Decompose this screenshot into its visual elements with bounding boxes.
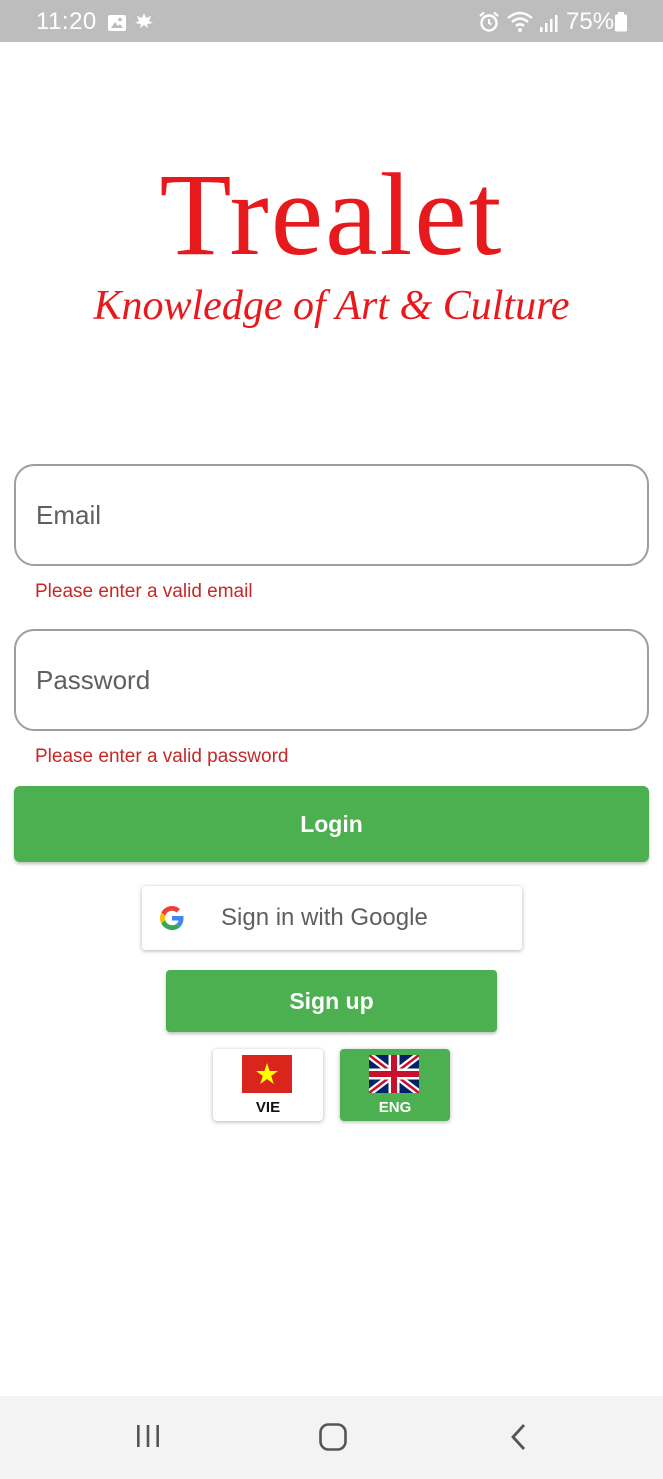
vietnam-flag-icon: [242, 1055, 292, 1093]
battery-icon: [614, 11, 628, 38]
logo-subtitle: Knowledge of Art & Culture: [93, 283, 570, 329]
uk-flag-icon: [366, 1052, 422, 1096]
password-field[interactable]: [14, 629, 649, 731]
home-icon[interactable]: [318, 1422, 348, 1457]
status-time: 11:20: [36, 8, 97, 35]
email-field[interactable]: [14, 464, 649, 566]
signal-icon: [538, 13, 560, 38]
google-signin-button[interactable]: Sign in with Google: [142, 886, 522, 950]
google-icon: [160, 906, 184, 935]
recents-icon[interactable]: [134, 1422, 162, 1455]
status-bar: 11:20 75%: [0, 0, 663, 42]
signup-button[interactable]: Sign up: [166, 970, 497, 1032]
wifi-icon: [506, 11, 534, 38]
email-error: Please enter a valid email: [35, 581, 253, 602]
logo-title: Trealet: [159, 149, 504, 280]
login-button[interactable]: Login: [14, 786, 649, 862]
email-input[interactable]: [36, 466, 626, 564]
language-eng-button[interactable]: ENG: [340, 1049, 450, 1121]
password-error: Please enter a valid password: [35, 746, 289, 767]
navigation-bar: [0, 1396, 663, 1479]
back-icon[interactable]: [507, 1422, 531, 1457]
gallery-icon: [107, 13, 127, 38]
language-vie-label: VIE: [255, 1099, 281, 1116]
battery-percentage: 75%: [566, 8, 615, 35]
password-input[interactable]: [36, 631, 626, 729]
language-eng-label: ENG: [378, 1099, 412, 1116]
google-signin-label: Sign in with Google: [221, 904, 428, 931]
alarm-icon: [478, 11, 500, 38]
leaf-icon: [134, 11, 154, 36]
language-vie-button[interactable]: VIE: [213, 1049, 323, 1121]
